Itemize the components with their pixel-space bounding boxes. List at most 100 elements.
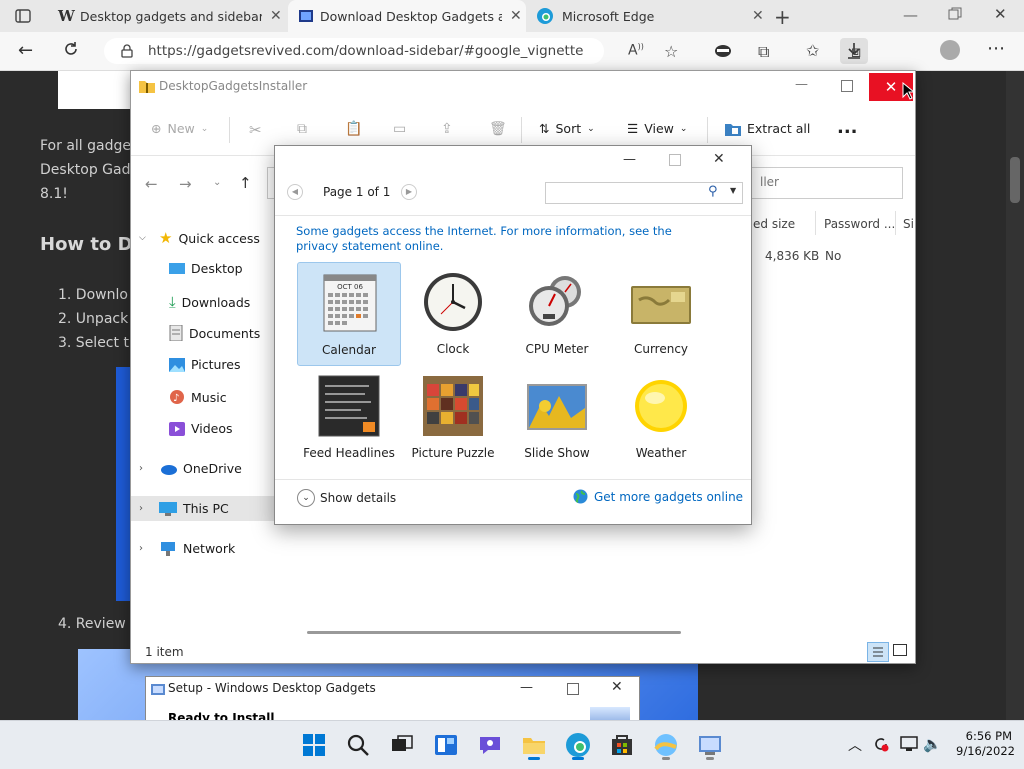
maximize-icon[interactable] [669,154,681,166]
minimize-icon[interactable]: — [903,6,918,24]
nav-pictures[interactable]: Pictures [169,357,241,372]
nav-music[interactable]: ♪ Music [169,389,227,405]
tab-desktop-gadgets-sidebar[interactable]: W Desktop gadgets and sidebar for ✕ [50,0,286,32]
rename-icon[interactable]: ▭ [393,121,406,137]
column-header-password[interactable]: Password ... [824,217,895,231]
tab-download-desktop-gadgets[interactable]: Download Desktop Gadgets and ✕ [288,0,526,32]
column-header-size[interactable]: Si [903,217,914,231]
gadget-slide-show[interactable]: Slide Show [505,366,609,470]
close-tab-icon[interactable]: ✕ [752,8,764,24]
view-button[interactable]: ☰ View ⌄ [627,121,687,136]
copy-icon[interactable]: ⧉ [297,121,307,137]
next-page-button[interactable]: ▶ [401,184,417,200]
previous-page-button[interactable]: ◀ [287,184,303,200]
cut-icon[interactable]: ✂ [249,121,262,139]
minimize-icon[interactable]: — [623,152,636,167]
favorites-icon[interactable]: ✩ [806,41,819,60]
minimize-icon[interactable]: — [520,680,533,695]
column-header-compressed-size[interactable]: ed size [753,217,795,231]
horizontal-scrollbar[interactable] [307,631,681,634]
update-icon[interactable] [872,735,890,753]
address-bar[interactable]: https://gadgetsrevived.com/download-side… [104,38,604,64]
chat-icon[interactable] [476,731,504,759]
back-icon[interactable]: ← [145,175,158,193]
nav-this-pc[interactable]: › This PC [139,501,229,516]
privacy-statement-link[interactable]: Some gadgets access the Internet. For mo… [296,224,696,254]
clock[interactable]: 6:56 PM 9/16/2022 [956,729,1015,759]
favorite-star-icon[interactable]: ☆ [664,42,678,61]
get-more-gadgets-link[interactable]: Get more gadgets online [594,490,743,504]
gadget-calendar[interactable]: OCT 06 Calendar [297,262,401,366]
gadget-currency[interactable]: Currency [609,262,713,366]
chevron-down-icon[interactable]: ⌵ [139,233,153,243]
dropdown-arrow-icon[interactable]: ▼ [730,186,736,195]
nav-documents[interactable]: Documents [169,325,260,341]
delete-icon[interactable]: 🗑 [489,121,507,137]
page-scrollbar[interactable] [1006,71,1024,720]
refresh-icon[interactable] [62,40,80,58]
nav-onedrive[interactable]: › OneDrive [139,461,242,476]
restore-icon[interactable] [948,7,962,21]
nav-desktop[interactable]: Desktop [169,261,243,276]
more-options-button[interactable]: ... [837,117,858,138]
gadget-search-input[interactable]: ⚲ ▼ [545,182,743,204]
minimize-icon[interactable]: — [795,77,808,92]
speaker-icon[interactable]: 🔈 [923,735,942,753]
extension-masked-icon[interactable] [714,43,732,59]
nav-videos[interactable]: Videos [169,421,233,436]
read-aloud-icon[interactable]: A)) [628,42,644,59]
paste-icon[interactable]: 📋 [345,121,362,137]
nav-downloads[interactable]: ⤓ Downloads [169,293,250,311]
chevron-up-icon[interactable]: ︿ [848,735,862,755]
chevron-down-icon[interactable]: ⌄ [297,489,315,507]
chevron-right-icon[interactable]: › [139,543,153,554]
maximize-icon[interactable] [567,683,579,695]
maximize-icon[interactable] [841,80,853,92]
display-icon[interactable] [900,736,918,752]
task-view-icon[interactable] [388,731,416,759]
gadgets-installer-icon[interactable] [652,731,680,760]
nav-quick-access[interactable]: ⌵ ★ Quick access [139,229,260,247]
window-close-icon[interactable]: ✕ [994,5,1007,23]
details-view-button[interactable] [867,642,889,662]
gadget-weather[interactable]: Weather [609,366,713,470]
extensions-puzzle-icon[interactable]: ⧉ [758,42,769,62]
recent-locations-icon[interactable]: ⌄ [213,177,221,188]
chevron-right-icon[interactable]: › [139,503,153,514]
extract-all-button[interactable]: Extract all [725,121,810,136]
search-icon[interactable] [344,731,372,759]
share-icon[interactable]: ⇪ [441,121,453,137]
gadget-clock[interactable]: Clock [401,262,505,366]
large-icons-view-button[interactable] [893,644,907,656]
start-windows-icon[interactable] [300,731,328,759]
forward-icon[interactable]: → [179,175,192,193]
scrollbar-thumb[interactable] [1010,157,1020,203]
edge-icon[interactable] [564,731,592,760]
file-explorer-icon[interactable] [520,731,548,760]
new-button[interactable]: ⊕ New ⌄ [151,121,208,136]
microsoft-store-icon[interactable] [608,731,636,759]
tab-actions-icon[interactable] [14,7,32,25]
gadget-feed-headlines[interactable]: Feed Headlines [297,366,401,470]
up-icon[interactable]: ↑ [239,174,252,192]
nav-network[interactable]: › Network [139,541,235,556]
close-tab-icon[interactable]: ✕ [270,8,282,24]
tab-microsoft-edge[interactable]: Microsoft Edge ✕ [528,0,764,32]
profile-avatar-icon[interactable] [940,40,960,60]
settings-more-icon[interactable]: ⋯ [987,38,1005,59]
widgets-icon[interactable] [432,731,460,759]
gadget-picture-puzzle[interactable]: Picture Puzzle [401,366,505,470]
close-tab-icon[interactable]: ✕ [510,8,522,24]
new-tab-icon[interactable]: + [774,5,791,29]
close-icon[interactable]: ✕ [713,151,725,167]
chevron-right-icon[interactable]: › [139,463,153,474]
back-icon[interactable]: ← [18,40,33,61]
search-field[interactable]: ller [751,167,903,199]
lock-icon[interactable] [120,44,134,58]
setup-taskbar-icon[interactable] [696,731,724,760]
sort-button[interactable]: ⇅ Sort ⌄ [539,121,595,136]
collections-icon[interactable]: ⧈ [851,42,861,62]
close-icon[interactable]: ✕ [611,679,623,695]
gadget-cpu-meter[interactable]: CPU Meter [505,262,609,366]
show-details-button[interactable]: Show details [320,491,396,505]
